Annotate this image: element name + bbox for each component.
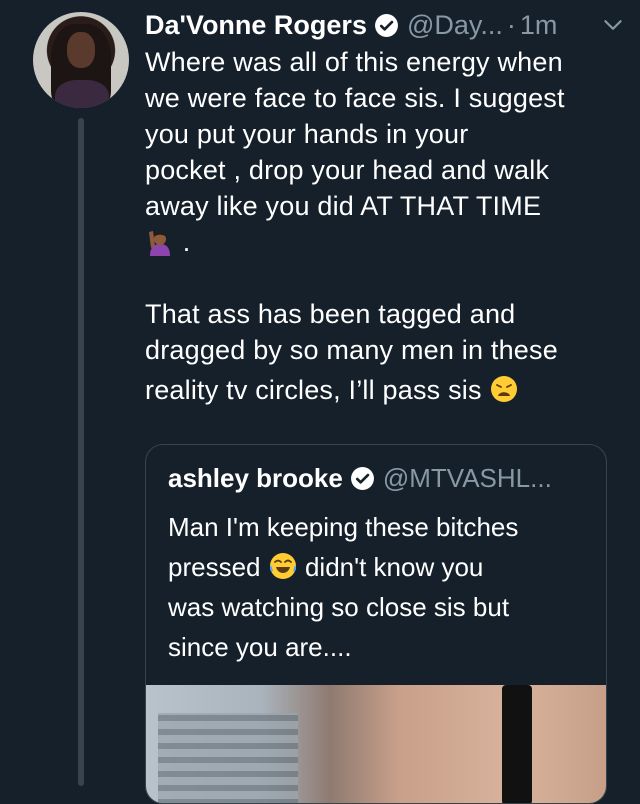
tweet-line: reality tv circles, I’ll pass sis	[145, 372, 625, 408]
quoted-line: since you are....	[168, 632, 352, 662]
tweet-line: pocket , drop your head and walk	[145, 155, 550, 185]
emoji-line-suffix: .	[182, 227, 191, 257]
quoted-header: ashley brooke @MTVASHL...	[168, 463, 594, 494]
verified-badge-icon	[375, 13, 398, 37]
tweet-line: away like you did AT THAT TIME	[145, 191, 542, 221]
quoted-line: was watching so close sis but	[168, 592, 510, 622]
tweet-header: Da'Vonne Rogers @Day... · 1m	[145, 8, 626, 42]
quoted-tweet[interactable]: ashley brooke @MTVASHL... Man I'm keepin…	[145, 444, 607, 804]
tweet-line-text: reality tv circles, I’ll pass sis	[145, 375, 482, 405]
handle[interactable]: @Day...	[407, 10, 503, 41]
tweet-line: we were face to face sis. I suggest	[145, 83, 565, 113]
tweet-line: .	[145, 224, 625, 260]
verified-badge-icon	[350, 467, 374, 490]
thread-line	[78, 118, 84, 786]
quoted-line-part: pressed	[168, 552, 261, 582]
quoted-media-image[interactable]	[146, 685, 606, 803]
tweet-line: dragged by so many men in these	[145, 335, 558, 365]
quoted-display-name[interactable]: ashley brooke	[168, 463, 343, 494]
tweet-line: Where was all of this energy when	[145, 47, 563, 77]
avatar[interactable]	[33, 12, 129, 108]
display-name[interactable]: Da'Vonne Rogers	[145, 10, 367, 41]
tweet-text: Where was all of this energy when we wer…	[145, 44, 625, 408]
weary-face-emoji	[491, 376, 518, 402]
timestamp[interactable]: 1m	[520, 10, 558, 41]
separator: ·	[506, 9, 516, 40]
quoted-line-part: didn't know you	[304, 552, 484, 582]
quoted-handle[interactable]: @MTVASHL...	[383, 463, 552, 494]
face-with-tears-of-joy-emoji	[269, 553, 296, 579]
quoted-text: Man I'm keeping these bitches pressed di…	[168, 507, 588, 667]
tweet-line: That ass has been tagged and	[145, 299, 516, 329]
quoted-line: Man I'm keeping these bitches	[168, 512, 519, 542]
quoted-line: pressed didn't know you	[168, 547, 588, 587]
chevron-down-icon[interactable]	[600, 12, 626, 38]
person-raising-hand-emoji	[149, 231, 170, 256]
tweet-line: you put your hands in your	[145, 119, 469, 149]
